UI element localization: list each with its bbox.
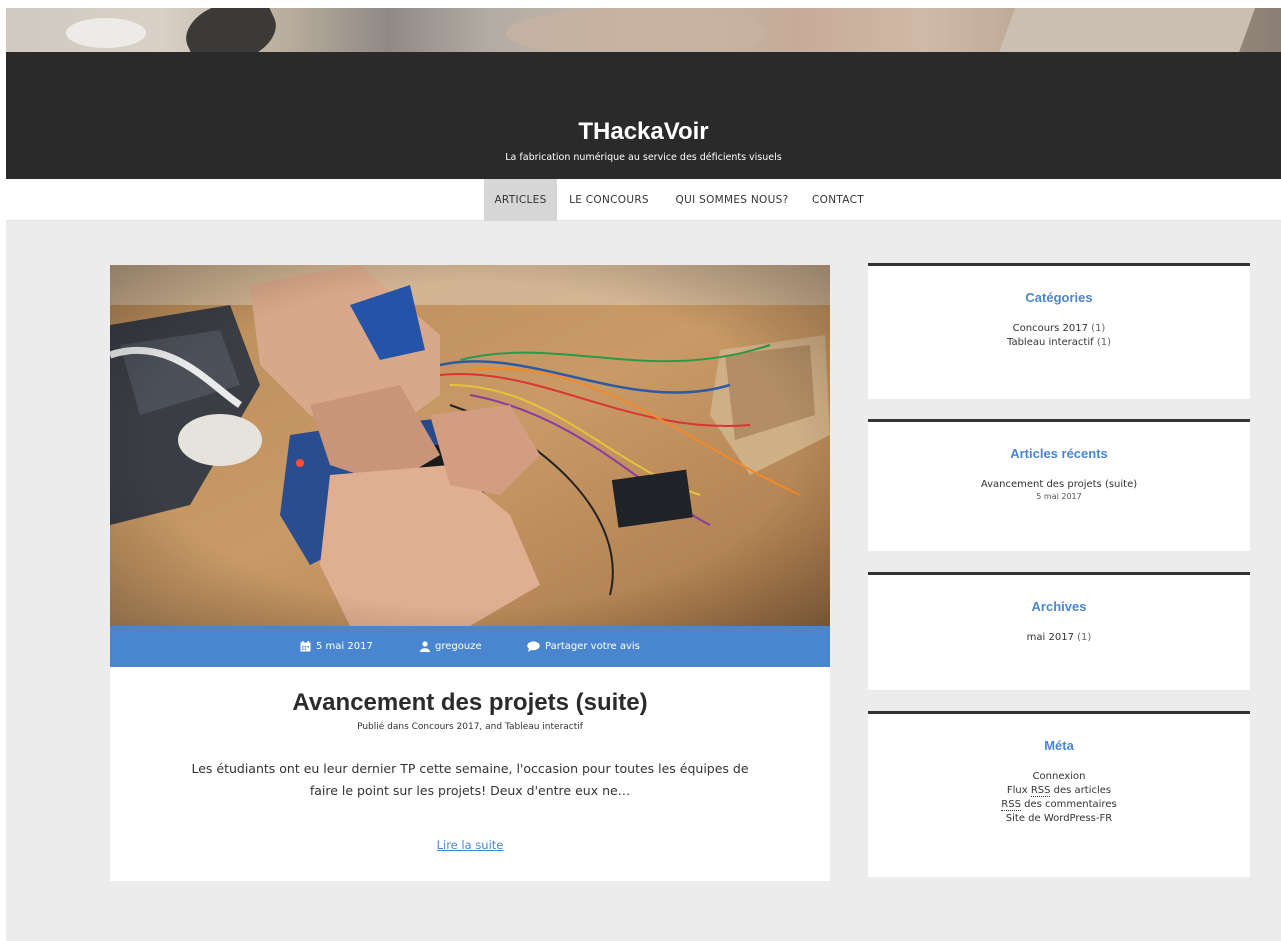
comments-feed-link[interactable]: RSS des commentaires (1001, 799, 1117, 811)
rss-abbr: RSS (1001, 799, 1021, 811)
post-featured-image[interactable] (110, 265, 830, 626)
list-item: Tableau interactif (1) (868, 336, 1250, 350)
list-item: Flux RSS des articles (868, 784, 1250, 798)
rss-abbr: RSS (1030, 785, 1051, 797)
archives-list: mai 2017 (1) (868, 631, 1250, 645)
widget-recent-posts-title: Articles récents (1010, 446, 1108, 461)
read-more-link[interactable]: Lire la suite (110, 838, 830, 852)
calendar-icon (300, 641, 311, 652)
nav-item-articles[interactable]: ARTICLES (484, 179, 557, 221)
widget-categories-title: Catégories (1025, 290, 1093, 305)
posts-feed-prefix: Flux (1006, 785, 1031, 796)
category-count: (1) (1091, 323, 1106, 334)
login-link[interactable]: Connexion (1033, 771, 1086, 782)
post-comments-label: Partager votre avis (545, 641, 640, 652)
archive-count: (1) (1077, 632, 1092, 643)
category-link-tableau-interactif[interactable]: Tableau interactif (1007, 337, 1094, 348)
site-tagline: La fabrication numérique au service des … (505, 152, 782, 163)
widget-archives-title: Archives (1031, 599, 1087, 614)
page: THackaVoir La fabrication numérique au s… (0, 0, 1281, 941)
main-nav: ARTICLES LE CONCOURS QUI SOMMES NOUS? CO… (6, 179, 1281, 221)
comment-bubble-icon (527, 641, 540, 652)
nav-item-contact[interactable]: CONTACT (806, 179, 870, 221)
widget-meta: Méta Connexion Flux RSS des articles RSS… (868, 711, 1250, 877)
widget-categories: Catégories Concours 2017 (1) Tableau int… (868, 263, 1250, 399)
recent-post-date: 5 mai 2017 (1036, 492, 1082, 501)
recent-posts-list: Avancement des projets (suite) 5 mai 201… (868, 478, 1250, 502)
archive-link-mai-2017[interactable]: mai 2017 (1027, 632, 1074, 643)
meta-list: Connexion Flux RSS des articles RSS des … (868, 770, 1250, 826)
list-item: RSS des commentaires (868, 798, 1250, 812)
post-date[interactable]: 5 mai 2017 (300, 626, 373, 667)
widget-recent-posts: Articles récents Avancement des projets … (868, 419, 1250, 551)
list-item: Connexion (868, 770, 1250, 784)
categories-list: Concours 2017 (1) Tableau interactif (1) (868, 322, 1250, 350)
post-title[interactable]: Avancement des projets (suite) (110, 689, 830, 717)
category-count: (1) (1096, 337, 1111, 348)
post-date-label: 5 mai 2017 (316, 641, 373, 652)
post-categories: Publié dans Concours 2017, and Tableau i… (357, 722, 583, 732)
category-link-concours-2017[interactable]: Concours 2017 (1013, 323, 1088, 334)
widget-meta-title: Méta (1044, 738, 1074, 753)
posts-feed-link[interactable]: Flux RSS des articles (1007, 785, 1111, 797)
widget-archives: Archives mai 2017 (1) (868, 572, 1250, 690)
nav-item-le-concours[interactable]: LE CONCOURS (560, 179, 658, 221)
header-banner-image (6, 8, 1281, 52)
list-item: Avancement des projets (suite) 5 mai 201… (868, 478, 1250, 502)
user-icon (420, 641, 430, 652)
site-header: THackaVoir La fabrication numérique au s… (6, 52, 1281, 179)
nav-item-qui-sommes-nous[interactable]: QUI SOMMES NOUS? (665, 179, 799, 221)
list-item: mai 2017 (1) (868, 631, 1250, 645)
list-item: Concours 2017 (1) (868, 322, 1250, 336)
post-meta-bar: 5 mai 2017 gregouze Partager votre avis (110, 626, 830, 667)
comments-feed-suffix: des commentaires (1020, 799, 1117, 810)
recent-post-link[interactable]: Avancement des projets (suite) (981, 479, 1137, 490)
site-title[interactable]: THackaVoir (6, 118, 1281, 146)
wordpress-link[interactable]: Site de WordPress-FR (1006, 813, 1112, 824)
list-item: Site de WordPress-FR (868, 812, 1250, 826)
post-card: 5 mai 2017 gregouze Partager votre avis … (110, 265, 830, 881)
post-author-label: gregouze (435, 641, 482, 652)
post-author[interactable]: gregouze (420, 626, 482, 667)
post-comments-link[interactable]: Partager votre avis (527, 626, 640, 667)
posts-feed-suffix: des articles (1050, 785, 1112, 796)
post-excerpt: Les étudiants ont eu leur dernier TP cet… (191, 761, 749, 798)
